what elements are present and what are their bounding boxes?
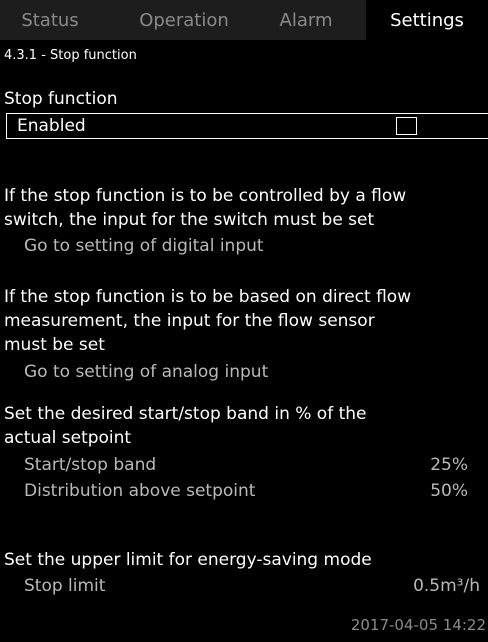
distribution-label[interactable]: Distribution above setpoint <box>24 481 255 501</box>
start-stop-band-label[interactable]: Start/stop band <box>24 455 156 475</box>
digital-input-link[interactable]: Go to setting of digital input <box>24 236 264 256</box>
timestamp: 2017-04-05 14:22 <box>350 616 486 634</box>
start-stop-band-value[interactable]: 25% <box>380 455 468 475</box>
enabled-checkbox[interactable] <box>396 117 417 135</box>
band-text-line1: Set the desired start/stop band in % of … <box>4 404 367 424</box>
stop-function-value: Enabled <box>17 116 86 136</box>
stop-function-field[interactable]: Enabled <box>6 113 488 139</box>
analog-input-link[interactable]: Go to setting of analog input <box>24 362 268 382</box>
tab-bar: Status Operation Alarm Settings <box>0 0 488 40</box>
flow-measurement-text-line1: If the stop function is to be based on d… <box>4 287 412 307</box>
stop-limit-label[interactable]: Stop limit <box>24 576 105 596</box>
tab-alarm[interactable]: Alarm <box>256 0 356 40</box>
tab-settings[interactable]: Settings <box>366 0 488 40</box>
page-title: 4.3.1 - Stop function <box>4 48 137 63</box>
stop-limit-value[interactable]: 0.5m³/h <box>380 576 480 596</box>
flow-measurement-text-line3: must be set <box>4 335 105 355</box>
flow-switch-text-line1: If the stop function is to be controlled… <box>4 186 407 206</box>
tab-status[interactable]: Status <box>0 0 100 40</box>
flow-switch-text-line2: switch, the input for the switch must be… <box>4 210 375 230</box>
tab-operation[interactable]: Operation <box>122 0 246 40</box>
band-text-line2: actual setpoint <box>4 428 132 448</box>
stop-function-heading: Stop function <box>4 89 118 109</box>
flow-measurement-text-line2: measurement, the input for the flow sens… <box>4 311 375 331</box>
distribution-value[interactable]: 50% <box>380 481 468 501</box>
energy-saving-text: Set the upper limit for energy-saving mo… <box>4 550 372 570</box>
